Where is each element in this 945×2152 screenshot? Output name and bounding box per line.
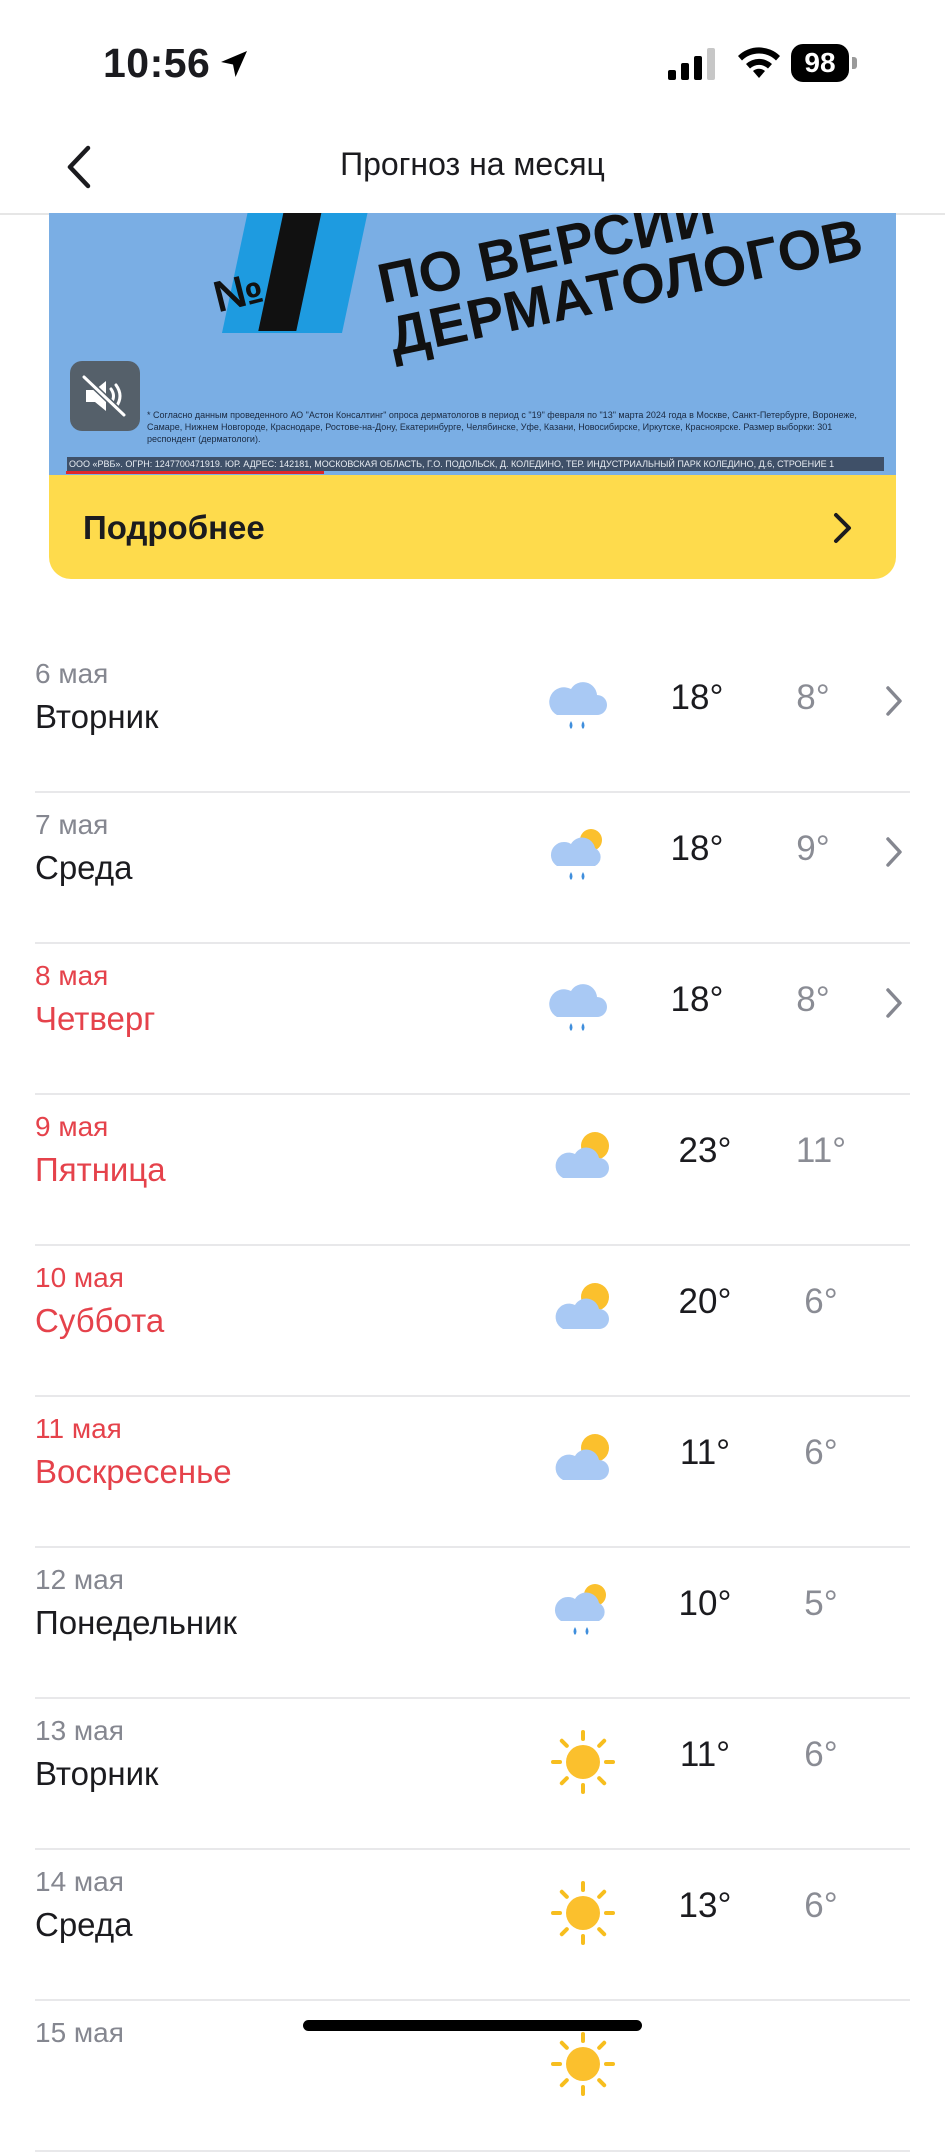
speaker-muted-icon [81, 374, 127, 418]
status-bar: 10:56 98 [0, 0, 945, 120]
day-weekday: Вторник [35, 1755, 159, 1792]
day-date: 15 мая [35, 2017, 124, 2048]
forecast-day-row[interactable]: 7 мая Среда 18° 9° [35, 791, 910, 944]
day-date: 14 мая [35, 1866, 124, 1897]
wifi-icon [738, 47, 780, 78]
day-date: 9 мая [35, 1111, 109, 1142]
sun-icon [549, 1728, 617, 1796]
temp-high: 23° [678, 1131, 732, 1170]
day-weekday: Воскресенье [35, 1453, 232, 1490]
temp-high: 11° [679, 1735, 731, 1774]
ad-disclaimer: * Согласно данным проведенного АО "Астон… [147, 410, 857, 444]
home-indicator[interactable] [303, 2020, 642, 2031]
ad-legal-text: ООО «РВБ». ОГРН: 1247700471919. ЮР. АДРЕ… [67, 457, 884, 471]
temp-high: 18° [670, 678, 724, 717]
mute-button[interactable] [70, 361, 140, 431]
cellular-signal-icon [668, 48, 715, 80]
sun-icon [549, 1879, 617, 1947]
temp-low: 8° [796, 678, 830, 717]
temp-high: 18° [670, 980, 724, 1019]
day-weekday: Понедельник [35, 1604, 237, 1641]
forecast-day-row: 12 мая Понедельник 10° 5° [35, 1546, 910, 1699]
temp-high: 20° [678, 1282, 732, 1321]
sun-cloud-rain-icon [545, 822, 613, 890]
day-date: 11 мая [35, 1413, 122, 1444]
cloud-rain-icon [545, 973, 613, 1041]
chevron-right-icon[interactable] [884, 835, 904, 869]
ad-progress-underline [66, 471, 324, 474]
battery-level: 98 [791, 44, 849, 82]
day-weekday: Среда [35, 1906, 133, 1943]
temp-low: 6° [804, 1282, 838, 1321]
temp-low: 5° [804, 1584, 838, 1623]
forecast-day-row: 14 мая Среда 13° 6° [35, 1848, 910, 2001]
nav-bar: Прогноз на месяц [0, 120, 945, 215]
sun-icon [549, 2030, 617, 2098]
location-arrow-icon [221, 51, 247, 77]
chevron-right-icon[interactable] [884, 986, 904, 1020]
day-weekday: Четверг [35, 1000, 156, 1037]
forecast-day-row: 9 мая Пятница 23° 11° [35, 1093, 910, 1246]
day-weekday: Вторник [35, 698, 159, 735]
temp-low: 9° [796, 829, 830, 868]
day-weekday: Среда [35, 849, 133, 886]
day-date: 7 мая [35, 809, 109, 840]
day-date: 10 мая [35, 1262, 124, 1293]
day-date: 6 мая [35, 658, 109, 689]
temp-low: 6° [804, 1433, 838, 1472]
clock: 10:56 [103, 40, 211, 86]
day-weekday: Суббота [35, 1302, 165, 1339]
battery-indicator: 98 [791, 44, 857, 82]
day-weekday: Пятница [35, 1151, 166, 1188]
temp-high: 18° [670, 829, 724, 868]
temp-low: 11° [795, 1131, 847, 1170]
temp-low: 6° [804, 1886, 838, 1925]
temp-low: 8° [796, 980, 830, 1019]
partly-cloudy-icon [549, 1124, 617, 1192]
forecast-day-row: 13 мая Вторник 11° 6° [35, 1697, 910, 1850]
partly-cloudy-icon [549, 1426, 617, 1494]
temp-high: 13° [678, 1886, 732, 1925]
chevron-right-icon [834, 513, 851, 543]
temp-high: 11° [679, 1433, 731, 1472]
sun-cloud-rain-icon [549, 1577, 617, 1645]
forecast-day-row[interactable]: 8 мая Четверг 18° 8° [35, 942, 910, 1095]
temp-high: 10° [678, 1584, 732, 1623]
partly-cloudy-icon [549, 1275, 617, 1343]
chevron-right-icon[interactable] [884, 684, 904, 718]
day-date: 8 мая [35, 960, 109, 991]
temp-low: 6° [804, 1735, 838, 1774]
day-date: 13 мая [35, 1715, 124, 1746]
forecast-day-row: 11 мая Воскресенье 11° 6° [35, 1395, 910, 1548]
ad-image[interactable]: № ПО ВЕРСИИ ДЕРМАТОЛОГОВ * Согласно данн… [49, 213, 896, 475]
forecast-day-row: 10 мая Суббота 20° 6° [35, 1244, 910, 1397]
ad-more-label: Подробнее [83, 509, 265, 546]
forecast-day-row[interactable]: 6 мая Вторник 18° 8° [35, 640, 910, 793]
cloud-rain-icon [545, 671, 613, 739]
page-title: Прогноз на месяц [340, 146, 605, 182]
battery-cap [852, 57, 857, 69]
ad-headline: ПО ВЕРСИИ ДЕРМАТОЛОГОВ [372, 213, 869, 368]
ad-banner[interactable]: № ПО ВЕРСИИ ДЕРМАТОЛОГОВ * Согласно данн… [49, 213, 896, 579]
ad-more-button[interactable]: Подробнее [49, 475, 896, 579]
day-date: 12 мая [35, 1564, 124, 1595]
